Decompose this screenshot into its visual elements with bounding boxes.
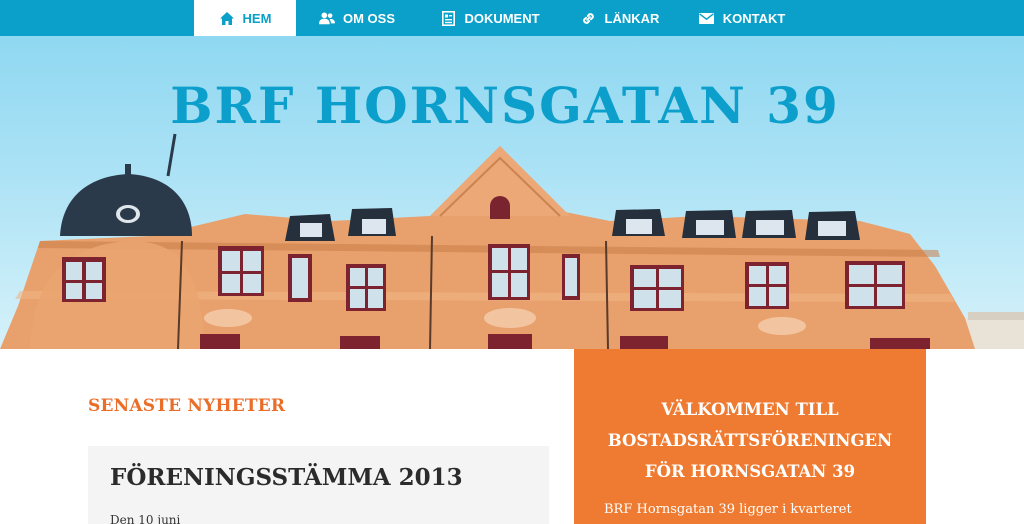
- hero-banner: BRF HORNSGATAN 39: [0, 36, 1024, 349]
- welcome-title-line: BOSTADSRÄTTSFÖRENINGEN: [607, 431, 893, 450]
- post-date: Den 10 juni: [110, 513, 181, 524]
- news-heading: SENASTE NYHETER: [88, 396, 286, 416]
- nav-item-links[interactable]: LÄNKAR: [558, 0, 682, 36]
- nav-item-label: DOKUMENT: [464, 10, 540, 26]
- home-icon: [219, 10, 235, 26]
- link-icon: [581, 10, 597, 26]
- document-icon: [440, 10, 456, 26]
- news-post: FÖRENINGSSTÄMMA 2013 Den 10 juni: [88, 446, 549, 524]
- users-icon: [318, 10, 335, 26]
- site-title: BRF HORNSGATAN 39: [170, 76, 840, 135]
- welcome-text: BRF Hornsgatan 39 ligger i kvarteret: [604, 502, 852, 517]
- nav-item-label: LÄNKAR: [604, 10, 660, 26]
- nav-item-label: HEM: [242, 10, 272, 26]
- nav-item-home[interactable]: HEM: [194, 0, 296, 36]
- welcome-title-line: VÄLKOMMEN TILL: [661, 400, 839, 419]
- welcome-title-line: FÖR HORNSGATAN 39: [644, 462, 856, 481]
- nav-item-contact[interactable]: KONTAKT: [682, 0, 802, 36]
- envelope-icon: [699, 10, 715, 26]
- nav-menu: HEM OM OSS DOKUMENT LÄNKAR KONTAKT: [194, 0, 802, 36]
- welcome-box: VÄLKOMMEN TILL BOSTADSRÄTTSFÖRENINGEN FÖ…: [574, 349, 926, 524]
- nav-item-label: OM OSS: [342, 10, 395, 26]
- post-title[interactable]: FÖRENINGSSTÄMMA 2013: [110, 464, 463, 491]
- top-navigation: HEM OM OSS DOKUMENT LÄNKAR KONTAKT: [0, 0, 1024, 36]
- nav-item-about[interactable]: OM OSS: [296, 0, 422, 36]
- welcome-title: VÄLKOMMEN TILL BOSTADSRÄTTSFÖRENINGEN FÖ…: [574, 394, 926, 487]
- nav-item-label: KONTAKT: [722, 10, 786, 26]
- nav-item-documents[interactable]: DOKUMENT: [422, 0, 558, 36]
